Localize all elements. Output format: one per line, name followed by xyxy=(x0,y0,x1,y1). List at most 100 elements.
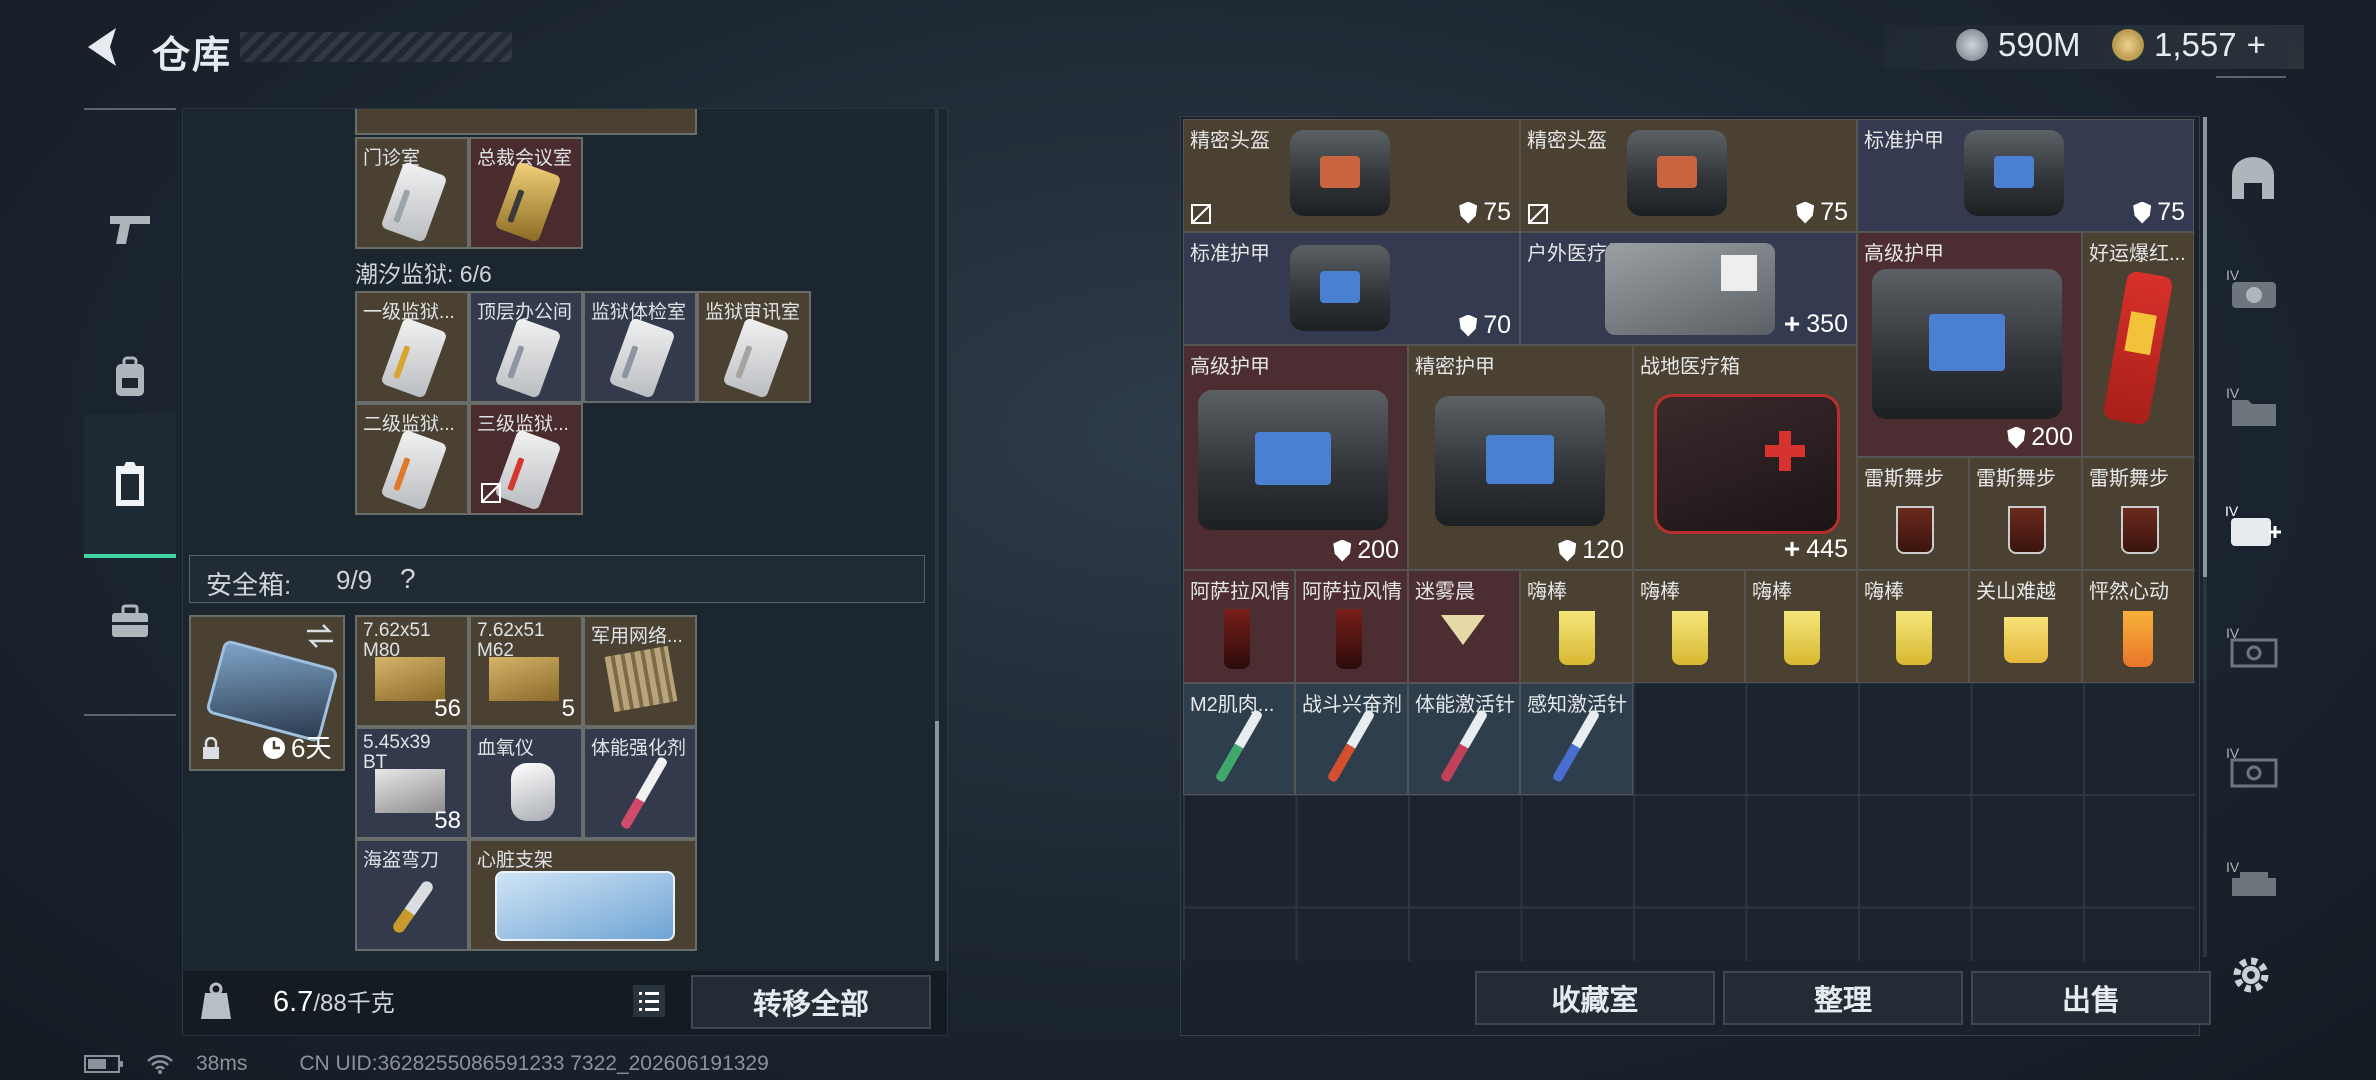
armor-item[interactable]: 精密护甲 120 xyxy=(1408,345,1633,570)
item-count: 56 xyxy=(434,695,461,722)
key-card[interactable]: 顶层办公间 xyxy=(469,291,583,403)
ping-value: 38ms xyxy=(196,1052,248,1075)
sell-button[interactable]: 出售 xyxy=(1971,971,2211,1025)
iv-camera-icon: IV xyxy=(2226,267,2276,308)
injector-item[interactable]: 感知激活针 xyxy=(1520,683,1633,795)
firework-image xyxy=(2102,270,2174,426)
scrollbar-thumb[interactable] xyxy=(935,721,939,961)
item-label: 嗨棒 xyxy=(1640,581,1680,603)
swap-icon[interactable] xyxy=(305,623,335,649)
add-token-icon[interactable]: + xyxy=(2247,26,2266,64)
drink-item[interactable]: 嗨棒 xyxy=(1633,570,1745,683)
coin-icon xyxy=(1956,29,1988,61)
item-stat: 75 xyxy=(1820,198,1848,226)
armor-image xyxy=(1198,390,1388,530)
iv-medkit-icon: IV xyxy=(2225,503,2281,546)
drink-item[interactable]: 关山难越 xyxy=(1969,570,2082,683)
inventory-item[interactable]: 心脏支架 xyxy=(469,839,697,951)
armor-item[interactable]: 高级护甲 200 xyxy=(1857,232,2082,457)
gear-icon[interactable] xyxy=(2228,952,2274,998)
back-button[interactable] xyxy=(80,22,130,72)
ammo-item[interactable]: 7.62x51 M80 56 xyxy=(355,615,469,727)
helmet-item[interactable]: 精密头盔 75 xyxy=(1183,119,1520,232)
helmet-item[interactable]: 精密头盔 75 xyxy=(1520,119,1857,232)
nav-weapons[interactable] xyxy=(84,162,176,296)
key-card[interactable]: 总裁会议室 xyxy=(469,137,583,249)
rail-tab-4-active[interactable]: IV xyxy=(2216,476,2290,576)
drink-item[interactable]: 嗨棒 xyxy=(1857,570,1969,683)
keycard-icon xyxy=(722,317,790,399)
armor-item[interactable]: 高级护甲 200 xyxy=(1183,345,1408,570)
collection-room-button[interactable]: 收藏室 xyxy=(1475,971,1715,1025)
list-icon[interactable] xyxy=(631,983,667,1019)
key-card[interactable]: 一级监狱... xyxy=(355,291,469,403)
stent-package-icon xyxy=(495,871,675,941)
armor-item[interactable]: 标准护甲 70 xyxy=(1183,232,1520,345)
safebox-header: 安全箱: 9/9 ? xyxy=(189,555,925,603)
cocktail-icon xyxy=(2004,617,2048,663)
nav-armor[interactable] xyxy=(84,414,176,558)
keycard-icon xyxy=(494,429,562,511)
rail-tab-5[interactable]: IV xyxy=(2216,596,2290,696)
key-card[interactable]: 门诊室 xyxy=(355,137,469,249)
rail-tab-6[interactable]: IV xyxy=(2216,716,2290,816)
transfer-all-button[interactable]: 转移全部 xyxy=(691,975,931,1029)
firework-item[interactable]: 好运爆红... xyxy=(2082,232,2194,457)
inventory-item[interactable]: 体能强化剂 xyxy=(583,727,697,839)
rail-tab-2[interactable]: IV xyxy=(2216,238,2290,338)
safebox-container[interactable]: 6天 xyxy=(189,615,345,771)
inventory-item[interactable]: 血氧仪 xyxy=(469,727,583,839)
durability-icon xyxy=(1796,201,1815,224)
drink-item[interactable]: 迷雾晨 xyxy=(1408,570,1520,683)
iv-safe-2-icon: IV xyxy=(2226,745,2278,788)
token-value: 1,557 xyxy=(2154,26,2237,63)
rail-tab-main[interactable] xyxy=(2216,128,2290,228)
drink-item[interactable]: 嗨棒 xyxy=(1520,570,1633,683)
drink-item[interactable]: 阿萨拉风情 xyxy=(1183,570,1295,683)
injector-item[interactable]: M2肌肉... xyxy=(1183,683,1295,795)
drink-item[interactable]: 雷斯舞步 xyxy=(1969,457,2082,570)
title-decoration xyxy=(240,32,512,62)
token-display[interactable]: 1,557 + xyxy=(2112,26,2266,64)
item-label: 血氧仪 xyxy=(477,738,535,759)
safebox-count: 9/9 xyxy=(336,565,373,595)
svg-text:IV: IV xyxy=(2226,267,2240,283)
keycard-icon xyxy=(494,161,562,243)
nav-toolbox[interactable] xyxy=(84,554,176,688)
medkit-item[interactable]: 户外医疗箱 +350 xyxy=(1520,232,1857,345)
item-label: 怦然心动 xyxy=(2089,581,2169,603)
key-card[interactable]: 二级监狱... xyxy=(355,403,469,515)
ammo-item[interactable]: 5.45x39 BT 58 xyxy=(355,727,469,839)
key-card[interactable]: 三级监狱... xyxy=(469,403,583,515)
rail-tab-3[interactable]: IV xyxy=(2216,356,2290,456)
syringe-icon xyxy=(1214,708,1264,784)
organize-button[interactable]: 整理 xyxy=(1723,971,1963,1025)
armor-item[interactable]: 标准护甲 75 xyxy=(1857,119,2194,232)
drink-item[interactable]: 嗨棒 xyxy=(1745,570,1857,683)
scrollbar-thumb[interactable] xyxy=(2203,117,2207,577)
medkit-item[interactable]: 战地医疗箱 +445 xyxy=(1633,345,1857,570)
item-label: 体能强化剂 xyxy=(591,738,687,759)
key-card[interactable]: 监狱审讯室 xyxy=(697,291,811,403)
injector-item[interactable]: 战斗兴奋剂 xyxy=(1295,683,1408,795)
item-stat: 75 xyxy=(1483,198,1511,226)
durability-icon xyxy=(2133,201,2152,224)
item-count: 5 xyxy=(561,695,575,722)
item-stat: 70 xyxy=(1483,311,1511,339)
drink-item[interactable]: 怦然心动 xyxy=(2082,570,2194,683)
inventory-item[interactable]: 军用网络... xyxy=(583,615,697,727)
help-icon[interactable]: ? xyxy=(400,563,416,595)
rail-tab-7[interactable]: IV xyxy=(2216,830,2290,930)
drink-item[interactable]: 阿萨拉风情 xyxy=(1295,570,1408,683)
drink-item[interactable]: 雷斯舞步 xyxy=(1857,457,1969,570)
syringe-icon xyxy=(1326,708,1376,784)
injector-item[interactable]: 体能激活针 xyxy=(1408,683,1520,795)
key-card[interactable]: 监狱体检室 xyxy=(583,291,697,403)
armor-vest-icon xyxy=(116,462,144,506)
highball-icon xyxy=(1784,611,1820,665)
clock-icon xyxy=(263,737,285,759)
drink-item[interactable]: 雷斯舞步 xyxy=(2082,457,2194,570)
inventory-item[interactable]: 海盗弯刀 xyxy=(355,839,469,951)
ammo-item[interactable]: 7.62x51 M62 5 xyxy=(469,615,583,727)
helmet-image xyxy=(1290,130,1390,216)
